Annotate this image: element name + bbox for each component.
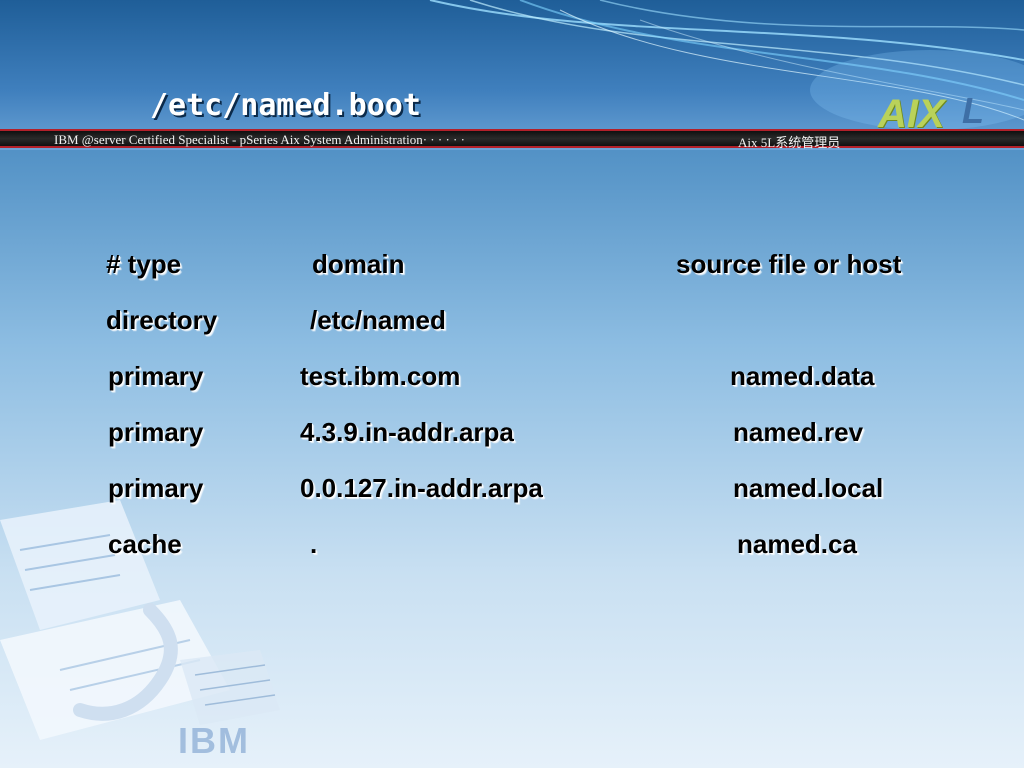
banner-course-title: IBM @server Certified Specialist - pSeri… bbox=[54, 132, 465, 147]
row-domain: /etc/named bbox=[310, 305, 446, 335]
row-domain: test.ibm.com bbox=[300, 361, 461, 391]
banner-course-label: Aix 5L系统管理员 bbox=[738, 135, 841, 150]
row-source: named.local bbox=[733, 473, 884, 503]
swoosh-decoration bbox=[429, 0, 1024, 130]
header-type: # type bbox=[106, 249, 182, 279]
row-source: named.rev bbox=[733, 417, 864, 447]
computer-illustration bbox=[0, 500, 280, 740]
row-domain: 0.0.127.in-addr.arpa bbox=[300, 473, 543, 503]
row-type: directory bbox=[106, 305, 218, 335]
row-domain: . bbox=[310, 529, 318, 559]
header-source: source file or host bbox=[676, 249, 902, 279]
slide: /etc/named.boot AIX L IBM @server Certif… bbox=[0, 0, 1024, 768]
row-type: cache bbox=[108, 529, 182, 559]
header-domain: domain bbox=[312, 249, 405, 279]
row-domain: 4.3.9.in-addr.arpa bbox=[300, 417, 514, 447]
aix-logo-suffix: L bbox=[962, 90, 984, 131]
slide-title: /etc/named.boot bbox=[150, 88, 421, 123]
row-type: primary bbox=[108, 417, 204, 447]
row-type: primary bbox=[108, 361, 204, 391]
row-source: named.data bbox=[730, 361, 875, 391]
row-type: primary bbox=[108, 473, 204, 503]
header-banner: IBM @server Certified Specialist - pSeri… bbox=[0, 129, 1024, 150]
ibm-watermark: IBM bbox=[178, 720, 250, 761]
row-source: named.ca bbox=[737, 529, 857, 559]
